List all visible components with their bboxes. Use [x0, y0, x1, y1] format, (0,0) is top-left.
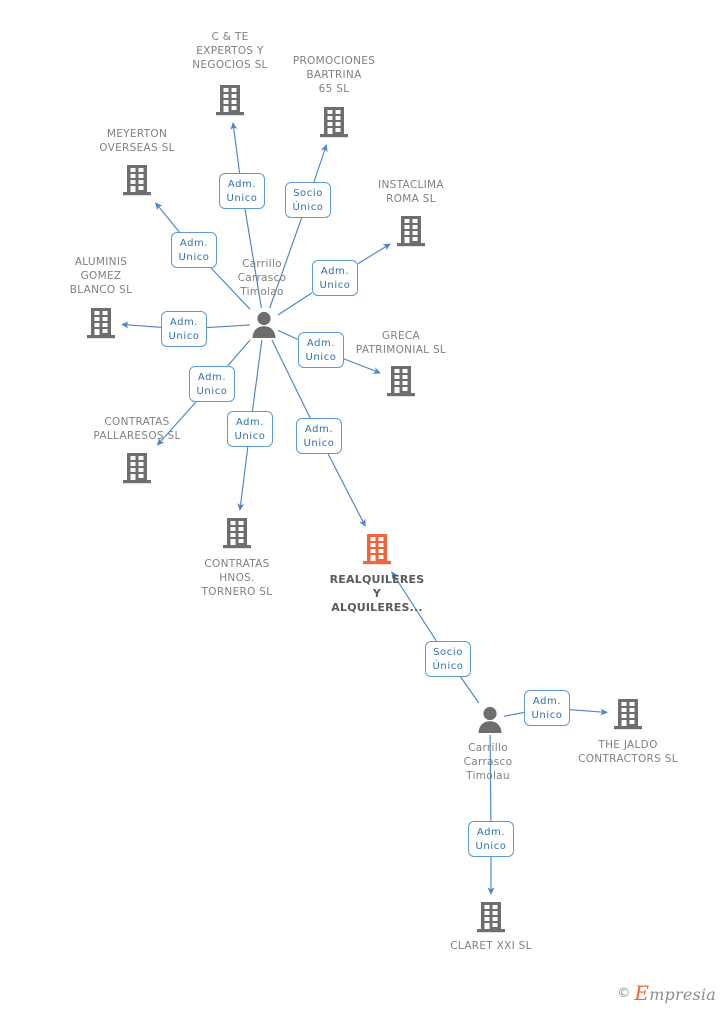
edge-arrow-segment: [313, 144, 328, 183]
company-icon[interactable]: [386, 364, 416, 402]
relation-label-box[interactable]: Socio Único: [425, 641, 471, 677]
edge-segment: [227, 339, 251, 367]
relation-label-box[interactable]: Adm. Unico: [296, 418, 342, 454]
edge-segment: [251, 339, 263, 412]
edge-segment: [277, 292, 313, 316]
empresia-watermark: © Empresia: [617, 981, 716, 1005]
edge-arrow-segment: [156, 401, 197, 446]
relation-label-box[interactable]: Socio Único: [285, 182, 331, 218]
edge-arrow-segment: [357, 243, 391, 265]
copyright-symbol: ©: [617, 985, 631, 1001]
relation-label-box[interactable]: Adm. Unico: [161, 311, 207, 347]
relation-label-box[interactable]: Adm. Unico: [524, 690, 570, 726]
brand-initial: E: [634, 981, 650, 1005]
relation-label-box[interactable]: Adm. Unico: [189, 366, 235, 402]
edge-segment: [210, 267, 251, 310]
edge-segment: [277, 329, 299, 341]
person-icon[interactable]: [251, 309, 277, 343]
edge-arrow-segment: [121, 321, 162, 329]
edge-segment: [269, 217, 303, 309]
edge-segment: [206, 324, 251, 329]
edge-arrow-segment: [391, 571, 437, 642]
relation-label-box[interactable]: Adm. Unico: [312, 260, 358, 296]
edge-layer: [121, 122, 608, 895]
edge-arrow-segment: [569, 708, 608, 716]
company-icon[interactable]: [319, 105, 349, 143]
person-icon[interactable]: [477, 704, 503, 738]
company-icon[interactable]: [222, 516, 252, 554]
edge-arrow-segment: [237, 446, 249, 511]
edge-segment: [460, 676, 480, 704]
company-icon[interactable]: [215, 83, 245, 121]
company-icon[interactable]: [476, 900, 506, 938]
company-icon[interactable]: [396, 214, 426, 252]
company-icon[interactable]: [122, 163, 152, 201]
company-icon[interactable]: [613, 697, 643, 735]
edge-segment: [503, 711, 525, 717]
focus-company-icon[interactable]: [362, 532, 392, 570]
relationship-graph: C & TE EXPERTOS Y NEGOCIOS SL PROMOCIONES…: [0, 0, 728, 1015]
relation-label-box[interactable]: Adm. Unico: [171, 232, 217, 268]
brand-rest: mpresia: [649, 985, 716, 1004]
brand-name: Empresia: [634, 981, 716, 1005]
relation-label-box[interactable]: Adm. Unico: [227, 411, 273, 447]
company-icon[interactable]: [86, 306, 116, 344]
relation-label-box[interactable]: Adm. Unico: [219, 173, 265, 209]
company-icon[interactable]: [122, 451, 152, 489]
edge-segment: [244, 208, 262, 309]
edge-segment: [489, 734, 492, 822]
relation-label-box[interactable]: Adm. Unico: [468, 821, 514, 857]
relation-label-box[interactable]: Adm. Unico: [298, 332, 344, 368]
edge-arrow-segment: [230, 122, 241, 174]
edge-arrow-segment: [343, 358, 381, 374]
edge-arrow-segment: [155, 202, 180, 233]
edge-arrow-segment: [327, 453, 366, 527]
